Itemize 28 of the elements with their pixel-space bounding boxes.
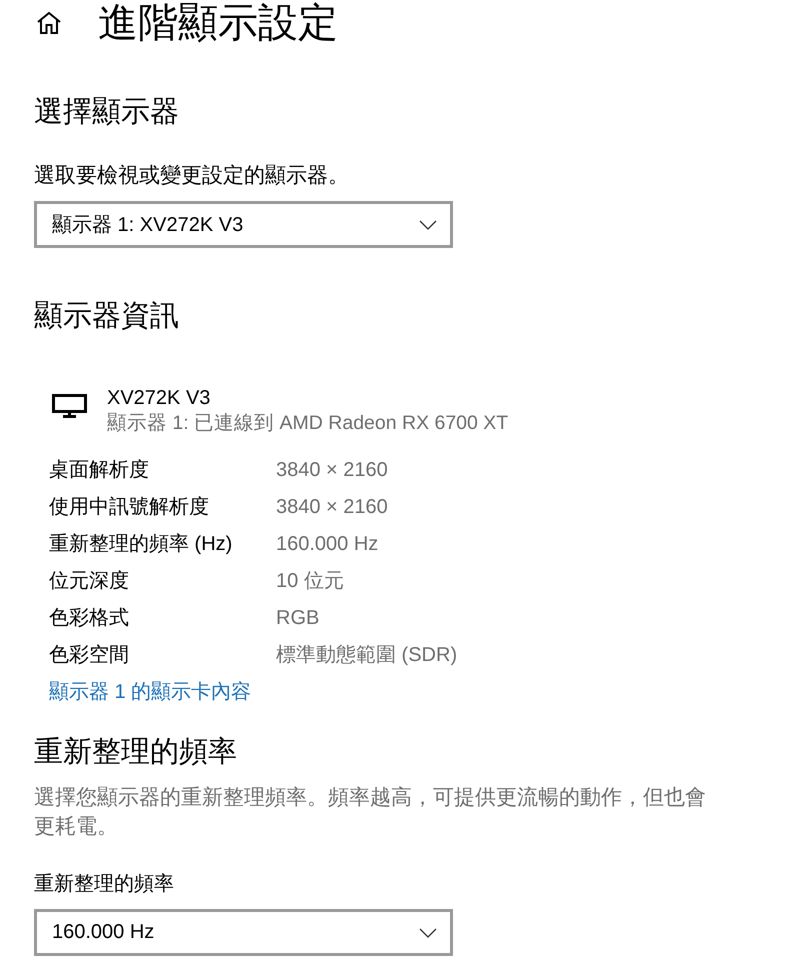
property-label: 色彩空間 [49, 642, 129, 668]
property-value: 3840 × 2160 [276, 494, 388, 520]
section-heading: 顯示器資訊 [34, 299, 179, 334]
chevron-down-icon [419, 928, 437, 938]
property-value: RGB [276, 606, 320, 630]
property-value: 10 位元 [276, 568, 344, 594]
chevron-down-icon [419, 220, 437, 230]
property-label: 使用中訊號解析度 [49, 494, 209, 520]
section-heading: 選擇顯示器 [34, 95, 179, 130]
property-value: 3840 × 2160 [276, 458, 388, 482]
monitor-icon [52, 394, 87, 418]
property-label: 重新整理的頻率 (Hz) [49, 532, 232, 556]
property-label: 位元深度 [49, 568, 129, 594]
property-value: 160.000 Hz [276, 532, 378, 556]
section-description: 選取要檢視或變更設定的顯示器。 [34, 163, 349, 189]
display-dropdown[interactable]: 顯示器 1: XV272K V3 [34, 201, 453, 248]
property-label: 色彩格式 [49, 606, 129, 630]
adapter-properties-link[interactable]: 顯示器 1 的顯示卡內容 [49, 678, 252, 704]
section-heading: 重新整理的頻率 [34, 735, 237, 770]
home-icon[interactable] [36, 11, 62, 35]
monitor-connection: 顯示器 1: 已連線到 AMD Radeon RX 6700 XT [107, 411, 508, 436]
section-description: 選擇您顯示器的重新整理頻率。頻率越高，可提供更流暢的動作，但也會更耗電。 [34, 785, 707, 840]
monitor-name: XV272K V3 [107, 386, 212, 411]
page-title: 進階顯示設定 [98, 0, 338, 46]
property-label: 桌面解析度 [49, 458, 149, 482]
property-value: 標準動態範圍 (SDR) [276, 642, 458, 668]
field-label: 重新整理的頻率 [34, 872, 174, 897]
refresh-rate-dropdown[interactable]: 160.000 Hz [34, 909, 453, 956]
